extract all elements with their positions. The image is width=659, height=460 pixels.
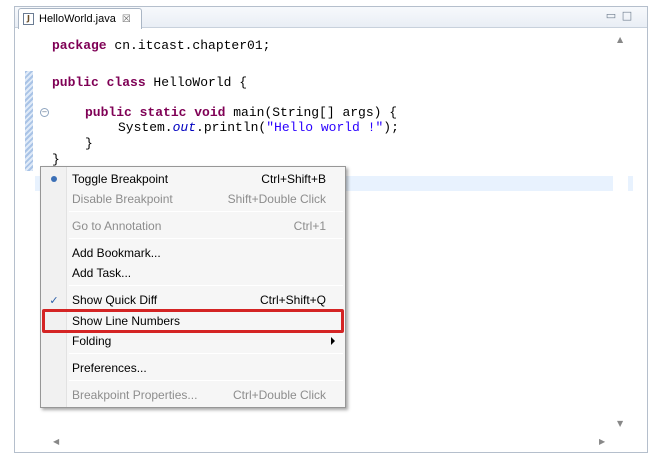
menu-separator: [69, 238, 343, 239]
code-line-1: package cn.itcast.chapter01;: [52, 38, 271, 53]
menu-item-show-quick-diff[interactable]: ✓ Show Quick Diff Ctrl+Shift+Q: [41, 290, 345, 310]
menu-item-toggle-breakpoint[interactable]: Toggle Breakpoint Ctrl+Shift+B: [41, 169, 345, 189]
code-line-3: public static void main(String[] args) {: [85, 105, 398, 120]
horizontal-scrollbar[interactable]: ◀ ▶: [49, 434, 609, 449]
tab-bar: J HelloWorld.java ☒ ▭ □: [15, 7, 647, 29]
fold-collapse-icon[interactable]: −: [40, 108, 49, 117]
tab-label: HelloWorld.java: [39, 13, 116, 25]
context-menu: Toggle Breakpoint Ctrl+Shift+B Disable B…: [40, 166, 346, 408]
menu-item-disable-breakpoint[interactable]: Disable Breakpoint Shift+Double Click: [41, 189, 345, 209]
highlight-box: [42, 309, 344, 333]
menu-item-add-task[interactable]: Add Task...: [41, 263, 345, 283]
scroll-up-icon[interactable]: ▲: [617, 35, 623, 44]
checkmark-icon: ✓: [49, 293, 59, 307]
menu-separator: [69, 285, 343, 286]
code-line-5: }: [85, 136, 93, 151]
maximize-icon[interactable]: □: [621, 10, 633, 22]
vertical-scrollbar[interactable]: ▲ ▼: [613, 29, 628, 434]
menu-separator: [69, 380, 343, 381]
breakpoint-icon: [51, 176, 57, 182]
code-line-4: System.out.println("Hello world !");: [118, 120, 399, 135]
scroll-left-icon[interactable]: ◀: [53, 437, 59, 446]
tab-helloworld-java[interactable]: J HelloWorld.java ☒: [18, 8, 142, 29]
java-file-icon: J: [23, 13, 34, 25]
menu-item-folding[interactable]: Folding: [41, 331, 345, 351]
scroll-down-icon[interactable]: ▼: [617, 419, 623, 428]
menu-separator: [69, 211, 343, 212]
menu-item-add-bookmark[interactable]: Add Bookmark...: [41, 243, 345, 263]
minimize-icon[interactable]: ▭: [605, 10, 617, 22]
menu-item-breakpoint-properties[interactable]: Breakpoint Properties... Ctrl+Double Cli…: [41, 385, 345, 405]
menu-separator: [69, 353, 343, 354]
menu-item-go-to-annotation[interactable]: Go to Annotation Ctrl+1: [41, 216, 345, 236]
quick-diff-ruler: [25, 71, 33, 171]
close-icon[interactable]: ☒: [122, 14, 131, 25]
menu-item-preferences[interactable]: Preferences...: [41, 358, 345, 378]
scroll-right-icon[interactable]: ▶: [599, 437, 605, 446]
submenu-arrow-icon: [331, 337, 335, 345]
code-line-6: }: [52, 152, 60, 167]
code-line-2: public class HelloWorld {: [52, 75, 248, 90]
